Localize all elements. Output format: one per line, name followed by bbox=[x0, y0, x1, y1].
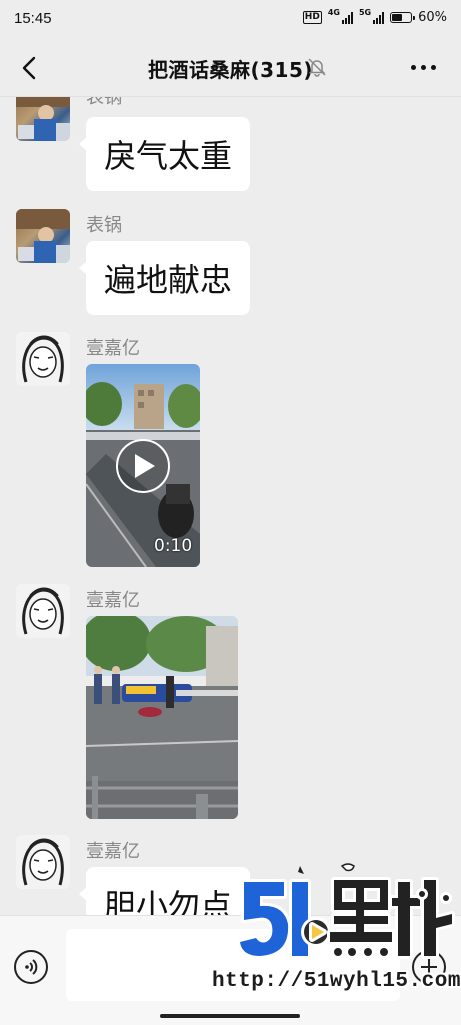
more-button[interactable] bbox=[407, 56, 439, 78]
chat-title: 把酒话桑麻(315) bbox=[147, 58, 314, 82]
avatar[interactable] bbox=[16, 97, 70, 141]
avatar[interactable] bbox=[16, 332, 70, 386]
text-bubble[interactable]: 戾气太重 bbox=[78, 117, 251, 191]
network-4g-label: 4G bbox=[327, 8, 340, 17]
battery-icon bbox=[390, 12, 416, 23]
network-5g-label: 5G bbox=[358, 8, 372, 17]
avatar[interactable] bbox=[16, 209, 70, 263]
message-list[interactable]: 表锅 戾气太重 表锅 遍地献忠 壹嘉亿 0:10 壹嘉亿 壹嘉亿 胆小勿点 bbox=[0, 97, 461, 915]
watermark-logo bbox=[238, 863, 455, 959]
avatar[interactable] bbox=[16, 835, 70, 889]
home-indicator bbox=[160, 1014, 300, 1018]
video-duration: 0:10 bbox=[154, 536, 193, 556]
voice-icon[interactable] bbox=[14, 950, 48, 984]
signal-icon bbox=[341, 11, 353, 24]
sender-name: 表锅 bbox=[86, 215, 122, 236]
chat-header: 把酒话桑麻(315) bbox=[0, 40, 461, 97]
signal-icon-2 bbox=[373, 11, 385, 24]
hd-badge: HD bbox=[302, 11, 322, 24]
status-time: 15:45 bbox=[14, 10, 52, 27]
video-thumbnail[interactable]: 0:10 bbox=[86, 364, 200, 567]
battery-percent: 60% bbox=[418, 10, 447, 25]
text-bubble[interactable]: 遍地献忠 bbox=[78, 241, 251, 315]
avatar[interactable] bbox=[16, 584, 70, 638]
status-icons: HD 4G 5G 60% bbox=[302, 8, 447, 25]
image-thumbnail[interactable] bbox=[86, 616, 238, 819]
text-bubble[interactable]: 胆小勿点 bbox=[78, 867, 251, 915]
sender-name: 表锅 bbox=[86, 97, 122, 108]
watermark-url: http://51wyhl15.com bbox=[212, 970, 461, 993]
sender-name: 壹嘉亿 bbox=[86, 590, 140, 611]
bell-off-icon bbox=[308, 58, 326, 77]
sender-name: 壹嘉亿 bbox=[86, 841, 140, 862]
status-bar: 15:45 HD 4G 5G 60% bbox=[0, 0, 461, 40]
sender-name: 壹嘉亿 bbox=[86, 338, 140, 359]
